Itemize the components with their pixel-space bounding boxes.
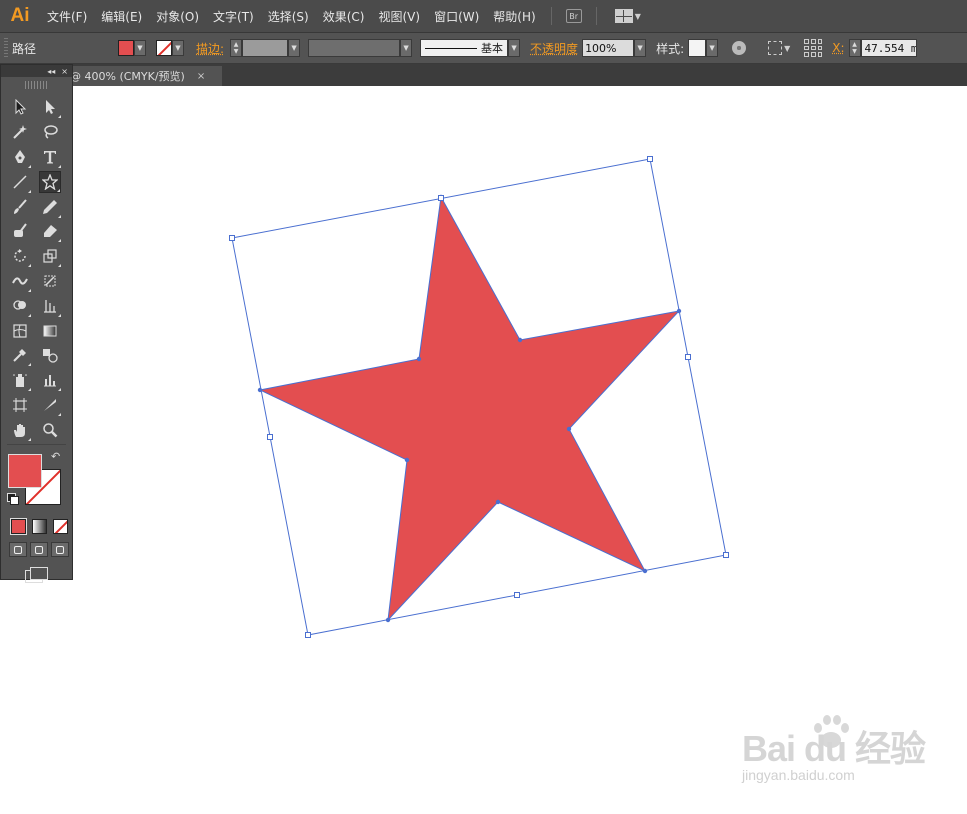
- draw-behind-icon[interactable]: [30, 542, 48, 558]
- draw-inside-icon[interactable]: [51, 542, 69, 558]
- column-graph-tool-icon[interactable]: [39, 369, 61, 392]
- gradient-tool-icon[interactable]: [39, 320, 61, 342]
- x-position-field[interactable]: 47.554 mm: [860, 39, 917, 57]
- opacity-dropdown[interactable]: ▼: [634, 39, 647, 57]
- opacity-label[interactable]: 不透明度: [530, 40, 578, 57]
- swap-fill-stroke-icon[interactable]: ↶: [51, 450, 60, 463]
- stroke-weight-field[interactable]: [242, 39, 289, 57]
- menu-edit[interactable]: 编辑(E): [94, 0, 149, 33]
- magic-wand-tool-icon[interactable]: [9, 121, 31, 143]
- fill-dropdown[interactable]: ▼: [134, 40, 146, 56]
- screen-mode-icon[interactable]: [25, 567, 48, 584]
- menu-bar: Ai 文件(F) 编辑(E) 对象(O) 文字(T) 选择(S) 效果(C) 视…: [0, 0, 967, 33]
- document-tab[interactable]: @ 400% (CMYK/预览) ×: [62, 66, 222, 86]
- menu-view[interactable]: 视图(V): [371, 0, 427, 33]
- stroke-weight-dropdown[interactable]: ▼: [288, 39, 301, 57]
- menu-divider: [550, 7, 552, 25]
- workspace-switcher[interactable]: ▼: [614, 9, 641, 23]
- type-tool-icon[interactable]: [39, 146, 61, 168]
- watermark-brand: Bai du 经验: [742, 728, 926, 769]
- pencil-tool-icon[interactable]: [39, 196, 61, 218]
- app-logo: Ai: [10, 5, 30, 26]
- variable-width-dropdown[interactable]: ▼: [400, 39, 413, 57]
- style-label: 样式:: [656, 41, 685, 56]
- isolate-object-icon[interactable]: [768, 41, 783, 55]
- menu-window[interactable]: 窗口(W): [427, 0, 486, 33]
- x-label[interactable]: X:: [832, 41, 844, 55]
- blob-brush-tool-icon[interactable]: [9, 220, 31, 242]
- collapse-icon[interactable]: ◂◂: [47, 67, 55, 76]
- opacity-field[interactable]: 100%: [582, 39, 635, 57]
- menu-select[interactable]: 选择(S): [261, 0, 316, 33]
- close-icon[interactable]: ×: [61, 67, 68, 76]
- artboard-canvas[interactable]: [0, 86, 967, 814]
- panel-grip[interactable]: [4, 38, 8, 58]
- rotate-tool-icon[interactable]: [9, 245, 31, 268]
- bridge-button[interactable]: Br: [565, 9, 582, 23]
- free-transform-tool-icon[interactable]: [39, 270, 61, 292]
- blend-tool-icon[interactable]: [39, 344, 61, 366]
- menu-divider: [595, 7, 597, 25]
- symbol-sprayer-tool-icon[interactable]: [9, 369, 31, 392]
- hand-tool-icon[interactable]: [9, 419, 31, 441]
- watermark: Bai du 经验 jingyan.baidu.com: [738, 712, 928, 797]
- fill-stroke-controls: ↶: [1, 449, 72, 517]
- brush-definition-dropdown[interactable]: ▼: [508, 39, 521, 57]
- menu-effect[interactable]: 效果(C): [316, 0, 372, 33]
- gradient-mode-button[interactable]: [32, 519, 47, 535]
- eraser-tool-icon[interactable]: [39, 220, 61, 243]
- none-mode-button[interactable]: [53, 519, 68, 535]
- width-tool-icon[interactable]: [9, 270, 31, 292]
- direct-selection-tool-icon[interactable]: [39, 96, 61, 119]
- graphic-style-dropdown[interactable]: ▼: [706, 39, 719, 57]
- selection-tool-icon[interactable]: [9, 96, 31, 118]
- stroke-label[interactable]: 描边:: [196, 40, 224, 57]
- fill-color-box[interactable]: [8, 454, 42, 489]
- perspective-grid-tool-icon[interactable]: [39, 295, 61, 317]
- watermark-url: jingyan.baidu.com: [742, 767, 855, 783]
- chevron-down-icon[interactable]: ▼: [784, 44, 790, 53]
- paintbrush-tool-icon[interactable]: [9, 196, 31, 218]
- slice-tool-icon[interactable]: [39, 394, 61, 416]
- control-bar: 路径 ▼ ▼ 描边: ▲ ▼ ▼ ▼ 基本 ▼ 不透明度 100% ▼ 样式: ▼…: [0, 33, 967, 64]
- pen-tool-icon[interactable]: [9, 146, 31, 168]
- tools-panel-header: ◂◂ ×: [1, 65, 72, 77]
- tools-panel: ◂◂ × ↶: [0, 64, 73, 584]
- graphic-style-swatch[interactable]: [688, 39, 707, 57]
- line-segment-tool-icon[interactable]: [9, 171, 31, 193]
- menu-help[interactable]: 帮助(H): [486, 0, 542, 33]
- stroke-swatch[interactable]: [156, 40, 172, 56]
- default-fill-stroke-icon[interactable]: [7, 493, 19, 506]
- star-tool-icon[interactable]: [39, 170, 61, 193]
- recolor-artwork-icon[interactable]: [732, 41, 747, 55]
- fill-swatch[interactable]: [118, 40, 134, 56]
- eyedropper-tool-icon[interactable]: [9, 344, 31, 367]
- variable-width-profile[interactable]: [308, 39, 401, 57]
- draw-normal-icon[interactable]: [9, 542, 27, 558]
- menu-object[interactable]: 对象(O): [149, 0, 206, 33]
- brush-definition-label: 基本: [481, 42, 504, 55]
- close-icon[interactable]: ×: [197, 71, 205, 82]
- menu-file[interactable]: 文件(F): [40, 0, 94, 33]
- lasso-tool-icon[interactable]: [39, 121, 61, 143]
- reference-point-icon[interactable]: [804, 39, 823, 57]
- artboard-tool-icon[interactable]: [9, 394, 31, 416]
- object-type-label: 路径: [12, 41, 37, 56]
- chevron-down-icon: ▼: [634, 11, 641, 21]
- workspace-icon: [614, 9, 633, 23]
- brush-definition[interactable]: 基本: [420, 39, 509, 57]
- stroke-weight-stepper[interactable]: ▲ ▼: [230, 39, 243, 57]
- mesh-tool-icon[interactable]: [9, 320, 31, 342]
- shape-builder-tool-icon[interactable]: [9, 295, 31, 317]
- scale-tool-icon[interactable]: [39, 245, 61, 268]
- color-mode-button[interactable]: [10, 518, 27, 536]
- tools-panel-grip[interactable]: [25, 81, 48, 89]
- x-stepper[interactable]: ▲ ▼: [848, 39, 861, 57]
- tools-divider: [7, 444, 66, 446]
- menu-type[interactable]: 文字(T): [206, 0, 261, 33]
- zoom-tool-icon[interactable]: [39, 419, 61, 441]
- stroke-dropdown[interactable]: ▼: [172, 40, 184, 56]
- document-tab-title: @ 400% (CMYK/预览): [70, 70, 185, 83]
